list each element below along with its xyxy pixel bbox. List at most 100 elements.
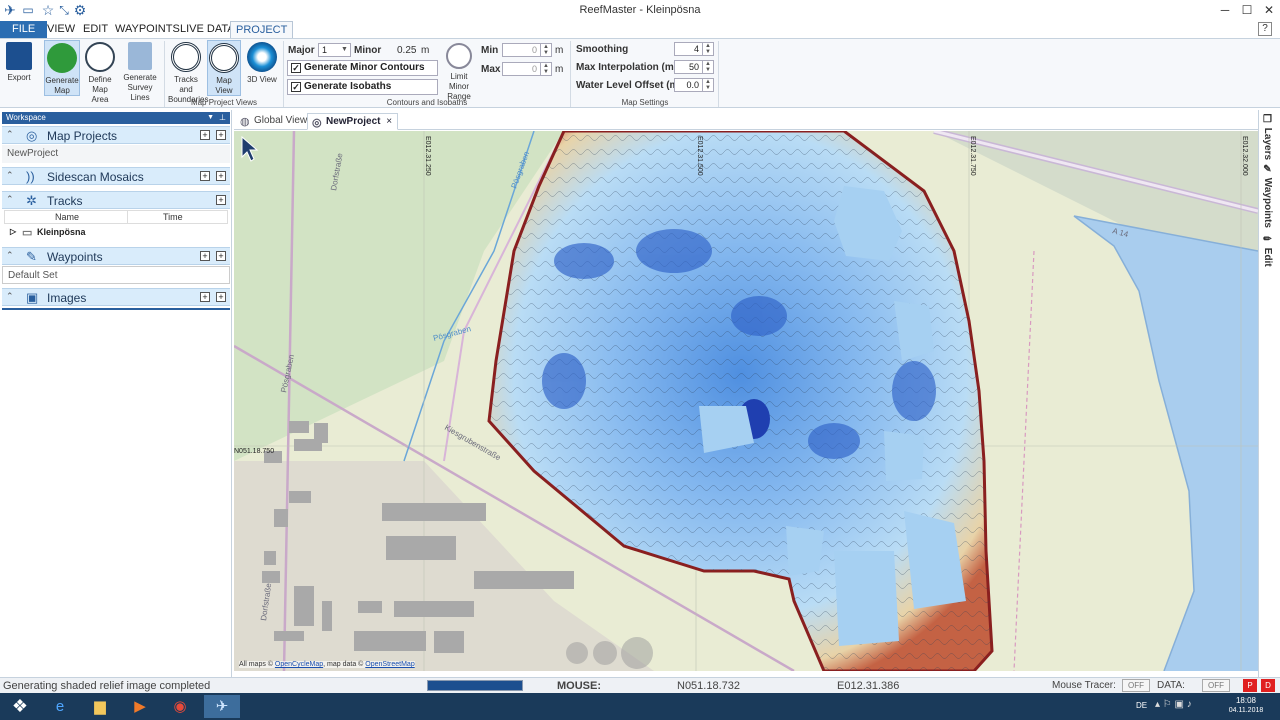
menu-project[interactable]: PROJECT — [230, 21, 294, 38]
close-tab-icon[interactable]: × — [386, 116, 392, 127]
tray-lang[interactable]: DE — [1136, 701, 1147, 710]
tray-date[interactable]: 04.11.2018 — [1224, 707, 1268, 714]
3d-sphere-icon — [247, 42, 277, 72]
tray-time[interactable]: 18:08 — [1228, 696, 1264, 705]
collapse-icon[interactable]: ⌃ — [6, 170, 14, 181]
internet-explorer-icon[interactable]: e — [42, 695, 78, 718]
add-map-project-icon[interactable]: + — [200, 130, 210, 140]
collapse-icon[interactable]: ⌃ — [6, 129, 14, 140]
minor-value: 0.25 — [397, 45, 417, 56]
export-button[interactable]: Export — [4, 42, 34, 83]
tab-edit[interactable]: ✏ Edit — [1262, 234, 1273, 267]
tab-waypoints[interactable]: ✎ Waypoints — [1262, 164, 1273, 228]
add-waypoint-icon[interactable]: + — [200, 251, 210, 261]
map-attribution: All maps © OpenCycleMap, map data © Open… — [239, 661, 415, 668]
major-select[interactable]: 1 ▼ — [318, 43, 351, 57]
collapse-icon[interactable]: ⌃ — [6, 250, 14, 261]
map-projects-icon: ◎ — [26, 128, 38, 143]
list-item-new-project[interactable]: NewProject — [2, 145, 230, 163]
add-image-icon[interactable]: + — [200, 292, 210, 302]
menu-edit[interactable]: EDIT — [78, 21, 113, 38]
section-map-projects[interactable]: ⌃ ◎ Map Projects + + — [2, 126, 230, 144]
column-divider — [127, 211, 128, 223]
limit-range-icon — [446, 43, 472, 69]
tray-icons[interactable]: ▴ ⚐ ▣ ♪ — [1155, 699, 1192, 710]
column-name[interactable]: Name — [55, 212, 79, 222]
add-sidescan-icon[interactable]: + — [200, 171, 210, 181]
pin-icon[interactable]: ⊥ — [219, 112, 226, 124]
generate-survey-lines-button[interactable]: Generate Survey Lines — [120, 42, 160, 103]
max-value: 0 — [531, 64, 537, 74]
import-sidescan-icon[interactable]: + — [216, 171, 226, 181]
import-image-icon[interactable]: + — [216, 292, 226, 302]
max-input[interactable]: 0 ▲ ▼ — [502, 62, 552, 76]
tracks-boundaries-button[interactable]: Tracks and Boundaries — [168, 42, 208, 105]
media-player-icon[interactable]: ▶ — [122, 695, 158, 718]
menu-file[interactable]: FILE — [0, 21, 48, 38]
mouse-tracer-toggle[interactable]: OFF — [1122, 679, 1150, 692]
major-value: 1 — [322, 45, 328, 55]
map-view-button[interactable]: Map View — [207, 40, 241, 96]
data-toggle[interactable]: OFF — [1202, 679, 1230, 692]
sidescan-label: Sidescan Mosaics — [47, 170, 144, 184]
attribution-prefix: All maps © — [239, 661, 273, 668]
zoom-small-icon[interactable] — [566, 642, 588, 664]
column-time[interactable]: Time — [163, 212, 183, 222]
define-map-area-button[interactable]: Define Map Area — [84, 42, 116, 105]
tab-new-project[interactable]: ◎ NewProject × — [307, 113, 399, 130]
menu-waypoints[interactable]: WAYPOINTS — [110, 21, 185, 38]
expand-arrow-icon[interactable]: ▷ — [10, 227, 16, 236]
reefmaster-taskbar-icon[interactable]: ✈ — [204, 695, 240, 718]
collapse-icon[interactable]: ⌃ — [6, 291, 14, 302]
zoom-medium-icon[interactable] — [593, 641, 617, 665]
generate-isobaths-checkbox[interactable]: ✓ Generate Isobaths — [287, 79, 438, 95]
close-button[interactable]: ✕ — [1258, 2, 1280, 18]
max-interpolation-input[interactable]: 50 ▲ ▼ — [674, 60, 714, 74]
limit-minor-range-button[interactable]: Limit Minor Range — [440, 43, 478, 102]
section-sidescan-mosaics[interactable]: ⌃ )) Sidescan Mosaics + + — [2, 167, 230, 185]
data-record-button[interactable]: D — [1261, 679, 1275, 692]
track-name: Kleinpösna — [37, 227, 86, 237]
import-map-project-icon[interactable]: + — [216, 130, 226, 140]
help-icon[interactable]: ? — [1258, 22, 1272, 36]
map-canvas[interactable]: Dorfstraße Dorfstraße Kiesgrubenstraße P… — [234, 131, 1258, 671]
tab-global-view[interactable]: ◍ Global View — [236, 113, 312, 130]
add-track-icon[interactable]: + — [216, 195, 226, 205]
import-waypoint-icon[interactable]: + — [216, 251, 226, 261]
windows-start-icon[interactable]: ❖ — [2, 695, 38, 718]
section-waypoints[interactable]: ⌃ ✎ Waypoints + + — [2, 247, 230, 265]
water-level-offset-input[interactable]: 0.0 ▲ ▼ — [674, 78, 714, 92]
list-item-default-set[interactable]: Default Set — [2, 266, 230, 284]
dropdown-icon[interactable]: ▼ — [207, 112, 214, 124]
attribution-link-opencyclemap[interactable]: OpenCycleMap — [275, 661, 323, 668]
attribution-link-openstreetmap[interactable]: OpenStreetMap — [365, 661, 414, 668]
document-tabs: ◍ Global View ◎ NewProject × — [234, 112, 1258, 130]
maximize-button[interactable]: ☐ — [1236, 2, 1258, 18]
smoothing-input[interactable]: 4 ▲ ▼ — [674, 42, 714, 56]
menu-view[interactable]: VIEW — [42, 21, 80, 38]
chrome-icon[interactable]: ◉ — [162, 695, 198, 718]
save-disk-icon — [6, 42, 32, 70]
spinner-arrows-icon: ▲ ▼ — [702, 43, 713, 55]
min-input[interactable]: 0 ▲ ▼ — [502, 43, 552, 57]
generate-map-button[interactable]: Generate Map — [44, 40, 80, 96]
ribbon-separator — [283, 41, 284, 107]
collapse-icon[interactable]: ⌃ — [6, 194, 14, 205]
max-interpolation-label: Max Interpolation (m) — [576, 62, 678, 73]
folder-icon: ▭ — [22, 227, 33, 239]
tab-layers[interactable]: ❐ Layers — [1262, 114, 1273, 160]
section-tracks[interactable]: ⌃ ✲ Tracks + — [2, 191, 230, 209]
file-explorer-icon[interactable]: ▆ — [82, 695, 118, 718]
section-images[interactable]: ⌃ ▣ Images + + — [2, 288, 230, 306]
table-row-track[interactable]: ▷ ▭ Kleinpösna — [8, 226, 228, 240]
map-svg[interactable]: Dorfstraße Dorfstraße Kiesgrubenstraße P… — [234, 131, 1258, 671]
generate-minor-contours-checkbox[interactable]: ✓ Generate Minor Contours — [287, 60, 438, 76]
record-button[interactable]: P — [1243, 679, 1257, 692]
survey-lines-label: Generate Survey Lines — [123, 73, 157, 102]
minor-unit: m — [421, 45, 430, 56]
3d-view-button[interactable]: 3D View — [245, 42, 279, 85]
zoom-large-icon[interactable] — [621, 637, 653, 669]
refresh-arrows-icon — [47, 43, 77, 73]
minimize-button[interactable]: ─ — [1214, 2, 1236, 18]
waypoint-pin-icon: ✎ — [1262, 164, 1273, 178]
